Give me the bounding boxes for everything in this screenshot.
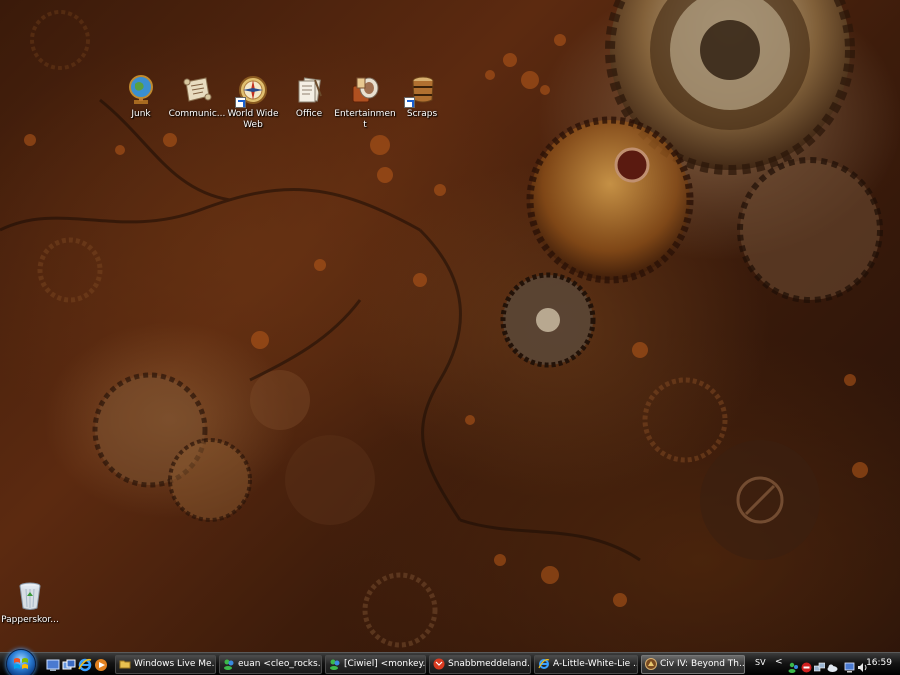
messenger-icon [329,658,341,670]
taskbar-button-snabbmeddelande[interactable]: Snabbmeddeland... [429,655,531,674]
desktop-icon-label: Papperskor... [1,615,59,625]
chevron-left-icon[interactable]: < [775,657,786,668]
desktop-icon-label: Communic... [168,109,226,119]
clock[interactable]: 16:59 [866,658,892,668]
globe-icon [125,74,157,106]
barrel-icon [404,74,438,108]
cloud-icon[interactable] [827,658,838,672]
scroll-icon [181,74,213,106]
network-icon[interactable] [813,658,826,672]
desktop-icon-junk[interactable]: Junk [110,74,172,120]
start-button[interactable] [6,649,36,675]
taskbar-button-euan[interactable]: euan <cleo_rocks... [219,655,322,674]
media-player-icon[interactable] [94,657,108,671]
desktop-icon-entertainment[interactable]: Entertainment [334,74,396,131]
language-indicator[interactable]: SV [755,658,766,667]
system-tray: SV < 16:59 [748,653,900,675]
media-icon [349,74,381,106]
messenger-icon [223,658,235,670]
papers-icon [293,74,325,106]
taskbar: Windows Live Me... euan <cleo_rocks... [… [0,649,900,675]
messenger-tray-icon[interactable] [788,658,799,673]
desktop-icon-world-wide-web[interactable]: World Wide Web [222,74,284,131]
gmail-icon [433,658,445,670]
desktop-icon-recycle-bin[interactable]: Papperskor... [0,580,60,626]
show-desktop-icon[interactable] [46,657,60,671]
desktop-icon-label: World Wide Web [227,109,279,130]
taskbar-button-a-little-white-lie[interactable]: A-Little-White-Lie ... [534,655,638,674]
civ-icon [645,658,657,670]
taskbar-button-label: euan <cleo_rocks... [238,659,322,669]
monitor-icon[interactable] [844,658,855,673]
ie-icon [538,658,550,670]
switch-windows-icon[interactable] [62,657,76,671]
folder-icon [119,658,131,670]
recycle-bin-icon [14,580,46,612]
antivirus-icon[interactable] [801,658,812,673]
taskbar-button-label: Windows Live Me... [134,659,216,669]
taskbar-button-label: [Ciwiel] <monkey... [344,659,426,669]
desktop-icon-label: Scraps [406,109,438,119]
desktop-icon-office[interactable]: Office [278,74,340,120]
desktop-icon-label: Junk [131,109,151,119]
shortcut-arrow-icon [404,97,415,108]
taskbar-button-ciwiel[interactable]: [Ciwiel] <monkey... [325,655,426,674]
taskbar-button-windows-live[interactable]: Windows Live Me... [115,655,216,674]
desktop-icon-scraps[interactable]: Scraps [391,74,453,120]
taskbar-button-label: Snabbmeddeland... [448,659,531,669]
windows-logo-icon [14,658,28,669]
desktop-icon-label: Office [295,109,323,119]
internet-explorer-icon[interactable] [78,657,92,672]
desktop-icon-label: Entertainment [334,109,396,130]
taskbar-button-label: A-Little-White-Lie ... [553,659,638,669]
shortcut-arrow-icon [235,97,246,108]
compass-icon [235,74,269,108]
taskbar-button-label: Civ IV: Beyond Th... [660,659,745,669]
taskbar-button-civ-iv[interactable]: Civ IV: Beyond Th... [641,655,745,674]
desktop-icon-communications[interactable]: Communic... [166,74,228,120]
